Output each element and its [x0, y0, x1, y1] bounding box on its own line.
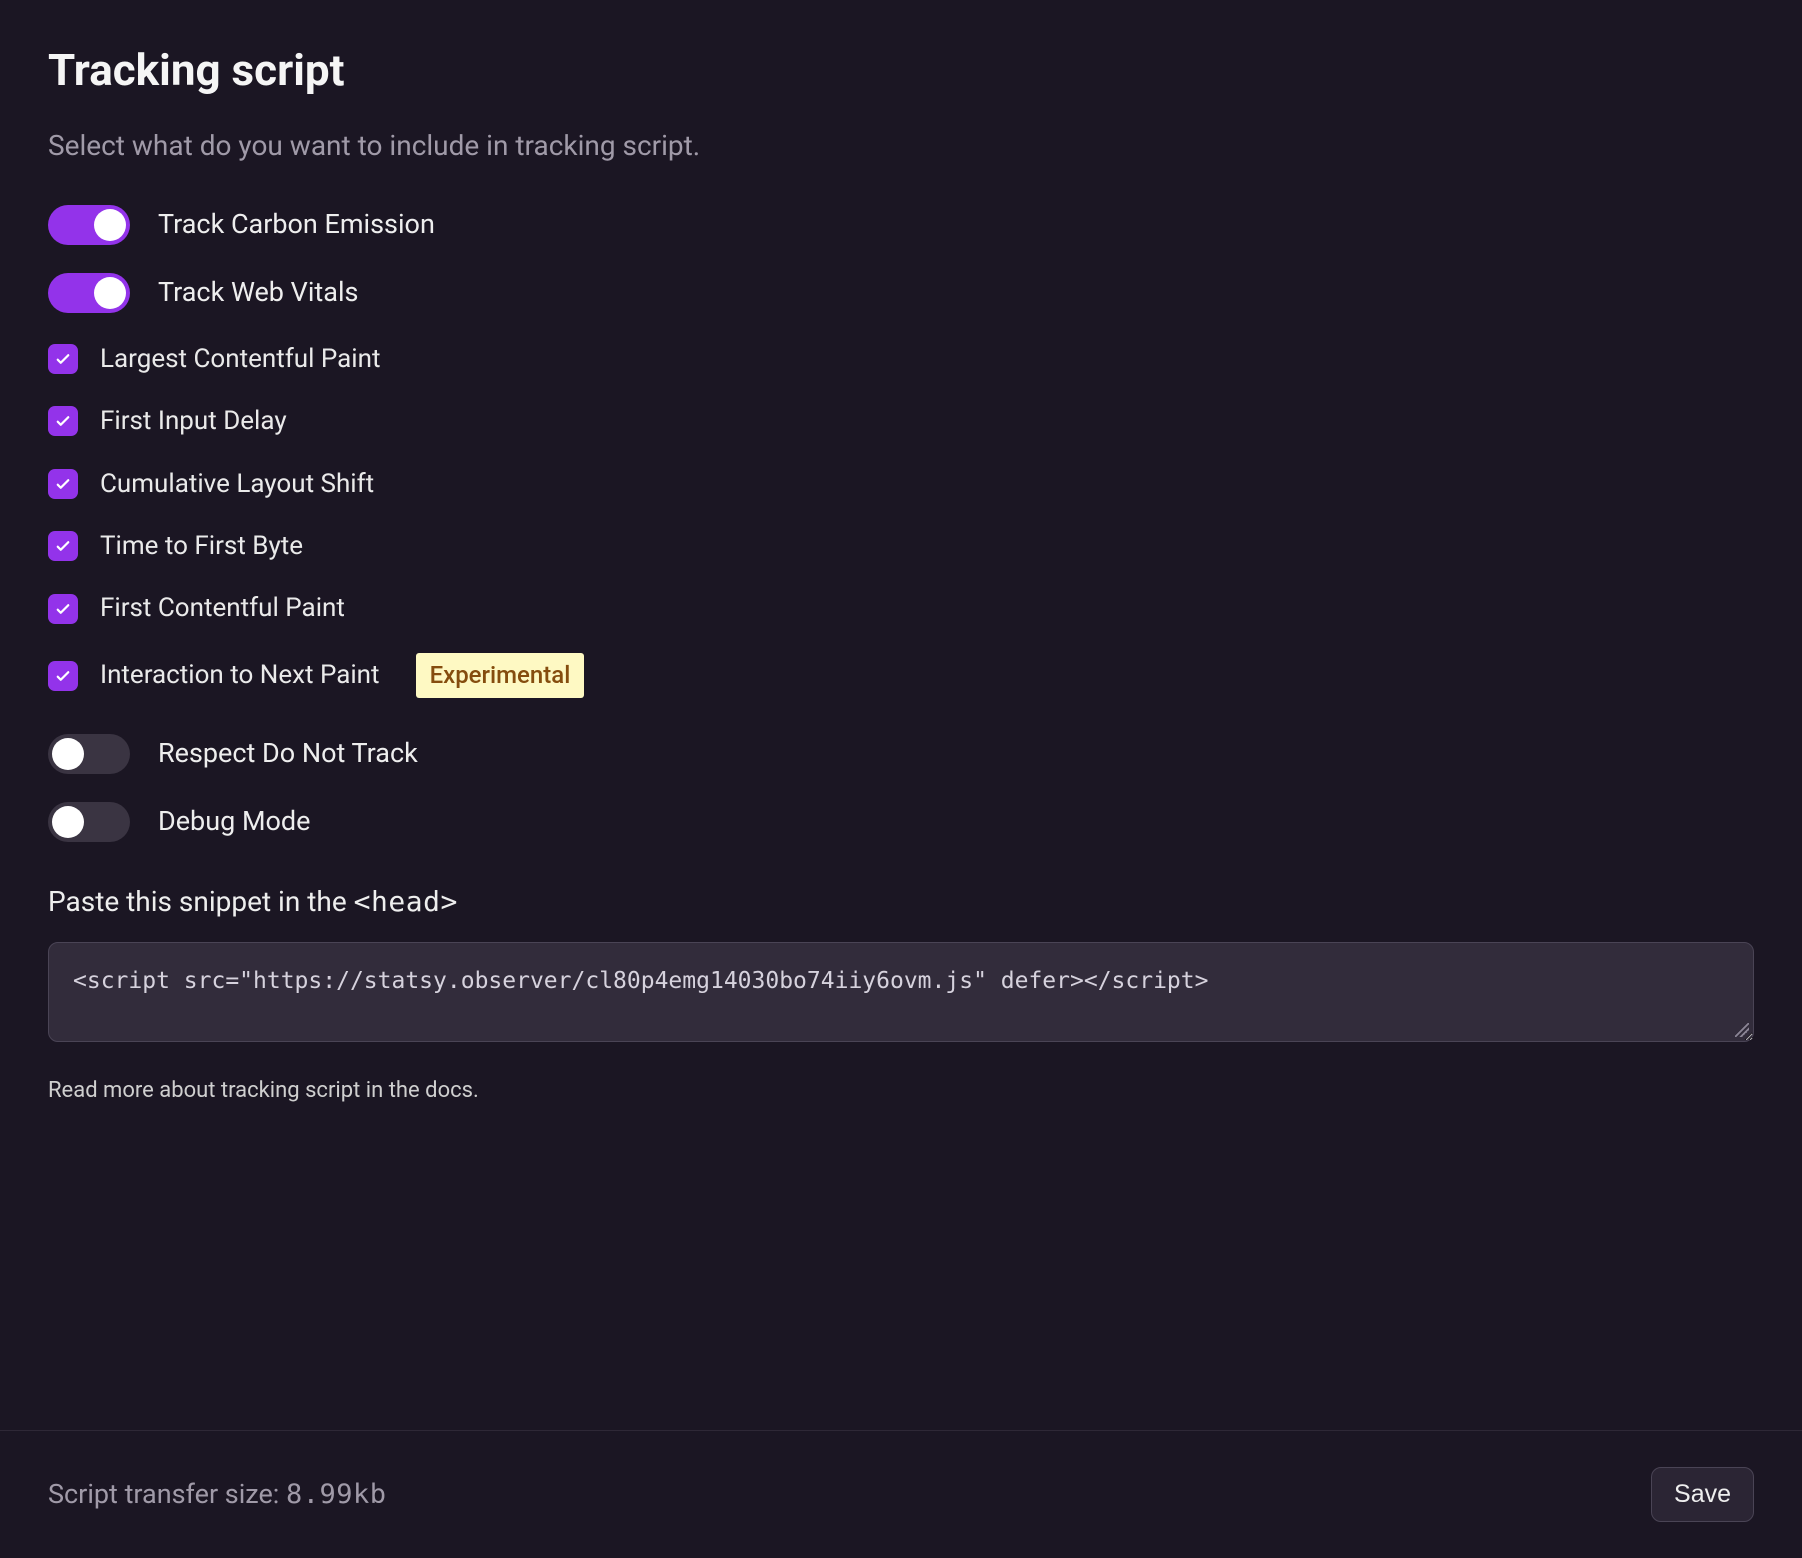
toggle-debug-mode-label: Debug Mode	[158, 803, 310, 841]
save-button[interactable]: Save	[1651, 1467, 1754, 1522]
docs-hint[interactable]: Read more about tracking script in the d…	[48, 1076, 1754, 1107]
toggle-debug-mode[interactable]	[48, 802, 130, 842]
vitals-row: First Input Delay	[48, 403, 1754, 439]
toggle-track-web-vitals-label: Track Web Vitals	[158, 274, 358, 312]
script-transfer-size: Script transfer size: 8.99kb	[48, 1476, 387, 1514]
toggle-respect-dnt-label: Respect Do Not Track	[158, 735, 418, 773]
vitals-label: Interaction to Next Paint	[100, 657, 380, 693]
vitals-label: Time to First Byte	[100, 528, 303, 564]
toggle-respect-dnt[interactable]	[48, 734, 130, 774]
vitals-label: First Contentful Paint	[100, 590, 345, 626]
page-subtitle: Select what do you want to include in tr…	[48, 126, 1754, 165]
toggle-track-carbon-label: Track Carbon Emission	[158, 206, 435, 244]
vitals-row: Cumulative Layout Shift	[48, 466, 1754, 502]
snippet-label-code: <head>	[354, 885, 458, 918]
vitals-row: Interaction to Next Paint Experimental	[48, 653, 1754, 699]
transfer-size-value: 8.99kb	[286, 1479, 387, 1510]
vitals-label: Cumulative Layout Shift	[100, 466, 374, 502]
vitals-label: Largest Contentful Paint	[100, 341, 380, 377]
vitals-checkbox[interactable]	[48, 469, 78, 499]
toggle-knob	[94, 277, 126, 309]
vitals-label: First Input Delay	[100, 403, 287, 439]
vitals-checkbox[interactable]	[48, 661, 78, 691]
vitals-row: Largest Contentful Paint	[48, 341, 1754, 377]
footer: Script transfer size: 8.99kb Save	[0, 1430, 1802, 1558]
snippet-code-box[interactable]: <script src="https://statsy.observer/cl8…	[48, 942, 1754, 1042]
vitals-checkbox[interactable]	[48, 531, 78, 561]
vitals-row: First Contentful Paint	[48, 590, 1754, 626]
toggle-knob	[52, 738, 84, 770]
snippet-label: Paste this snippet in the <head>	[48, 882, 1754, 921]
vitals-checkbox[interactable]	[48, 594, 78, 624]
snippet-label-prefix: Paste this snippet in the	[48, 885, 354, 918]
toggle-track-web-vitals[interactable]	[48, 273, 130, 313]
vitals-checkbox[interactable]	[48, 344, 78, 374]
experimental-badge: Experimental	[416, 653, 585, 699]
toggle-track-carbon[interactable]	[48, 205, 130, 245]
transfer-prefix: Script transfer size:	[48, 1478, 286, 1510]
toggle-knob	[52, 806, 84, 838]
vitals-row: Time to First Byte	[48, 528, 1754, 564]
toggle-knob	[94, 209, 126, 241]
vitals-checkbox[interactable]	[48, 406, 78, 436]
page-title: Tracking script	[48, 40, 1754, 102]
